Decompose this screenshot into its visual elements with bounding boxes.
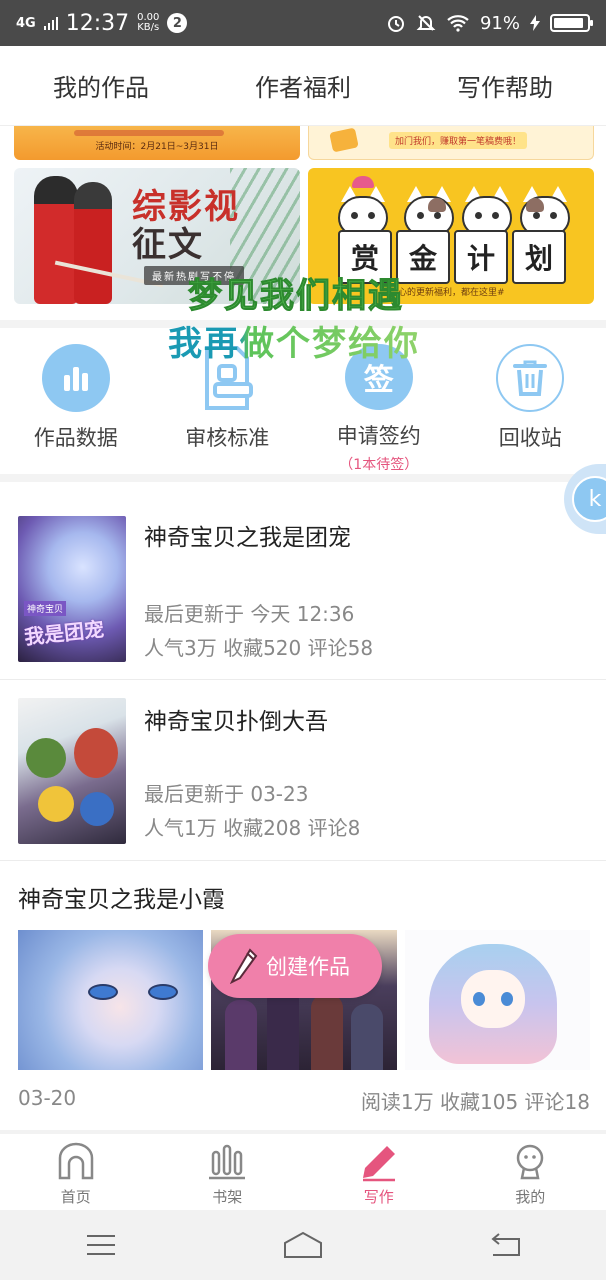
cover-badge: 神奇宝贝: [24, 601, 67, 616]
contest-title-line2: 征文: [132, 225, 204, 265]
network-indicator: 4G: [16, 15, 36, 31]
action-label: 回收站: [498, 426, 562, 450]
bottom-nav: 首页 书架 写作 我的: [0, 1134, 606, 1210]
work-stats: 人气1万 收藏208 评论8: [144, 816, 361, 840]
character-figure: [34, 176, 78, 304]
nav-label: 我的: [515, 1188, 546, 1206]
contest-title-line1: 综影视: [132, 187, 240, 227]
work-stats: 人气3万 收藏520 评论58: [144, 636, 374, 660]
work-title[interactable]: 神奇宝贝之我是小霞: [18, 880, 225, 914]
clock: 12:37: [65, 10, 130, 36]
home-button[interactable]: [273, 1225, 333, 1265]
action-work-data[interactable]: 作品数据: [0, 328, 152, 474]
work-title: 神奇宝贝之我是团宠: [144, 525, 351, 551]
coin-icon: [329, 127, 359, 153]
create-work-label: 创建作品: [266, 955, 350, 979]
nav-label: 写作: [363, 1188, 394, 1206]
nav-write[interactable]: 写作: [303, 1134, 455, 1210]
work-cover[interactable]: [18, 698, 126, 844]
mute-bell-icon: [416, 15, 436, 31]
lyric-overlay-line1: 梦见我们相遇: [188, 276, 404, 317]
nav-label: 书架: [212, 1188, 243, 1206]
work-title: 神奇宝贝扑倒大吾: [144, 709, 328, 735]
action-label: 申请签约: [336, 424, 421, 448]
nav-label: 首页: [60, 1188, 91, 1206]
lyric-overlay-line2: 我再做个梦给你: [168, 316, 420, 365]
menu-icon: [87, 1235, 115, 1255]
pencil-icon: [230, 948, 258, 984]
work-updated: 最后更新于 03-23: [144, 782, 309, 806]
work-updated: 最后更新于 今天 12:36: [144, 602, 355, 626]
profile-icon: [517, 1144, 544, 1180]
home-icon: [58, 1142, 93, 1180]
assistant-icon: k: [572, 476, 606, 522]
action-label: 作品数据: [33, 426, 118, 450]
banner-join-text: 加门我们，赚取第一笔稿费哦！: [389, 132, 528, 149]
back-button[interactable]: [475, 1225, 535, 1265]
network-speed: 0.00 KB/s: [137, 13, 159, 33]
trash-icon: [496, 344, 565, 412]
notification-badge: 2: [167, 13, 188, 33]
tab-author-benefits[interactable]: 作者福利: [202, 46, 404, 125]
reward-note: 心的更新福利，都在这里#: [398, 288, 505, 298]
nav-home[interactable]: 首页: [0, 1134, 152, 1210]
section-divider: [0, 474, 606, 482]
create-work-button[interactable]: 创建作品: [208, 934, 382, 998]
work-stats: 阅读1万 收藏105 评论18: [360, 1090, 590, 1114]
speed-unit: KB/s: [137, 22, 160, 33]
system-home-icon: [284, 1231, 322, 1258]
work-cover[interactable]: 神奇宝贝 我是团宠: [18, 516, 126, 662]
banner-strip: [74, 130, 224, 136]
promo-banner-top-left[interactable]: 活动时间：2月21日~3月31日: [14, 126, 300, 160]
character-figure: [74, 182, 112, 304]
battery-icon: [550, 14, 593, 32]
wifi-icon: [447, 15, 469, 32]
work-item[interactable]: 神奇宝贝扑倒大吾 最后更新于 03-23 人气1万 收藏208 评论8: [0, 680, 606, 861]
action-recycle-bin[interactable]: 回收站: [455, 328, 606, 474]
pen-icon: [362, 1146, 395, 1182]
reward-char: 计: [454, 230, 508, 284]
menu-button[interactable]: [71, 1225, 131, 1265]
battery-percent: 91%: [479, 12, 520, 34]
nav-bookshelf[interactable]: 书架: [152, 1134, 304, 1210]
bookshelf-icon: [209, 1144, 246, 1180]
promo-banner-top-right[interactable]: 加门我们，赚取第一笔稿费哦！: [308, 126, 594, 160]
status-bar: 4G 12:37 0.00 KB/s 2 91%: [0, 0, 606, 46]
battery-fill: [554, 18, 584, 28]
contest-title: 综影视 征文: [132, 188, 240, 264]
tab-my-works[interactable]: 我的作品: [0, 46, 202, 125]
nav-me[interactable]: 我的: [455, 1134, 606, 1210]
tab-writing-help[interactable]: 写作帮助: [404, 46, 606, 125]
work-footer: 03-20 阅读1万 收藏105 评论18: [18, 1086, 590, 1115]
work-thumbnail[interactable]: [404, 930, 590, 1070]
signal-icon: [43, 17, 58, 30]
work-date: 03-20: [18, 1086, 77, 1110]
cover-title: 我是团宠: [23, 616, 106, 650]
work-thumbnail[interactable]: [18, 930, 204, 1070]
alarm-icon: [387, 16, 404, 32]
pending-contract-count: （1本待签）: [339, 457, 419, 473]
charging-icon: [530, 15, 540, 31]
banner-date: 活动时间：2月21日~3月31日: [95, 142, 219, 152]
work-item[interactable]: 神奇宝贝 我是团宠 神奇宝贝之我是团宠 最后更新于 今天 12:36 人气3万 …: [0, 482, 606, 680]
action-label: 审核标准: [185, 426, 270, 450]
top-tabs: 我的作品 作者福利 写作帮助: [0, 46, 606, 126]
system-nav-bar: [0, 1210, 606, 1280]
bar-chart-icon: [41, 344, 110, 412]
reward-char: 划: [512, 230, 566, 284]
back-icon: [491, 1233, 520, 1256]
reward-char: 金: [396, 230, 450, 284]
